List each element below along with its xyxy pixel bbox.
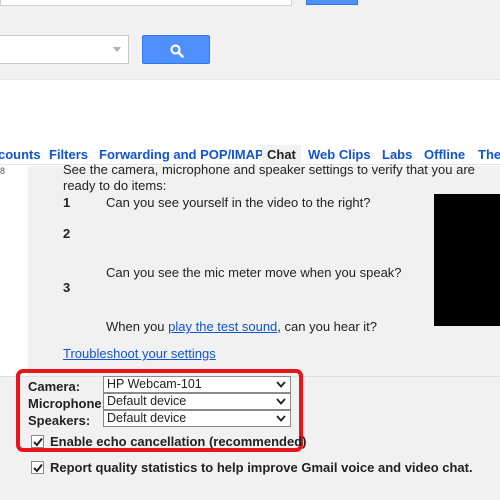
microphone-label: Microphone: <box>28 396 106 411</box>
tab-accounts[interactable]: counts <box>0 147 41 162</box>
troubleshoot-link[interactable]: Troubleshoot your settings <box>63 346 216 361</box>
top-strip <box>0 0 500 20</box>
video-preview <box>434 194 500 326</box>
tab-labs[interactable]: Labs <box>382 147 412 162</box>
step-number: 3 <box>63 280 71 295</box>
search-icon <box>170 44 184 58</box>
chevron-down-icon <box>276 398 286 405</box>
tab-themes[interactable]: Ther <box>478 147 500 162</box>
chat-settings-panel: See the camera, microphone and speaker s… <box>28 162 500 376</box>
camera-value: HP Webcam-101 <box>107 377 202 391</box>
tab-offline[interactable]: Offline <box>424 147 465 162</box>
speakers-select[interactable]: Default device <box>103 410 291 427</box>
camera-label: Camera: <box>28 379 81 394</box>
step-text: Can you see yourself in the video to the… <box>106 195 371 210</box>
step-text: Can you see the mic meter move when you … <box>106 265 402 280</box>
play-test-sound-link[interactable]: play the test sound <box>168 319 277 334</box>
step-number: 2 <box>63 226 71 241</box>
checkmark-icon <box>33 437 43 447</box>
device-settings: Camera: HP Webcam-101 Microphone: Defaul… <box>0 369 500 500</box>
dropdown-arrow-icon[interactable] <box>113 47 121 52</box>
search-bar <box>0 20 500 80</box>
quality-stats-label: Report quality statistics to help improv… <box>50 460 473 475</box>
step-text: When you play the test sound, can you he… <box>106 319 377 334</box>
step-text-after: , can you hear it? <box>277 319 378 334</box>
blank-band <box>0 81 500 133</box>
speakers-value: Default device <box>107 411 187 425</box>
left-gutter: 8 <box>0 166 28 376</box>
microphone-select[interactable]: Default device <box>103 393 291 410</box>
tab-web-clips[interactable]: Web Clips <box>308 147 371 162</box>
gutter-number: 8 <box>0 166 6 176</box>
chevron-down-icon <box>276 415 286 422</box>
microphone-value: Default device <box>107 394 187 408</box>
chevron-down-icon <box>276 381 286 388</box>
search-input[interactable] <box>0 35 129 64</box>
checkmark-icon <box>33 463 43 473</box>
search-button[interactable] <box>142 35 210 64</box>
quality-stats-checkbox[interactable] <box>31 461 44 474</box>
speakers-label: Speakers: <box>28 413 91 428</box>
tab-filters[interactable]: Filters <box>49 147 88 162</box>
top-input-edge[interactable] <box>0 0 292 6</box>
echo-cancellation-label: Enable echo cancellation (recommended) <box>50 434 307 449</box>
top-button-edge[interactable] <box>306 0 358 5</box>
tab-forwarding[interactable]: Forwarding and POP/IMAP <box>99 147 264 162</box>
step-number: 1 <box>63 195 71 210</box>
camera-select[interactable]: HP Webcam-101 <box>103 376 291 393</box>
echo-cancellation-checkbox[interactable] <box>31 435 44 448</box>
settings-tabs: counts Filters Forwarding and POP/IMAP C… <box>0 133 500 165</box>
step-text-before: When you <box>106 319 169 334</box>
intro-text: See the camera, microphone and speaker s… <box>63 162 475 193</box>
